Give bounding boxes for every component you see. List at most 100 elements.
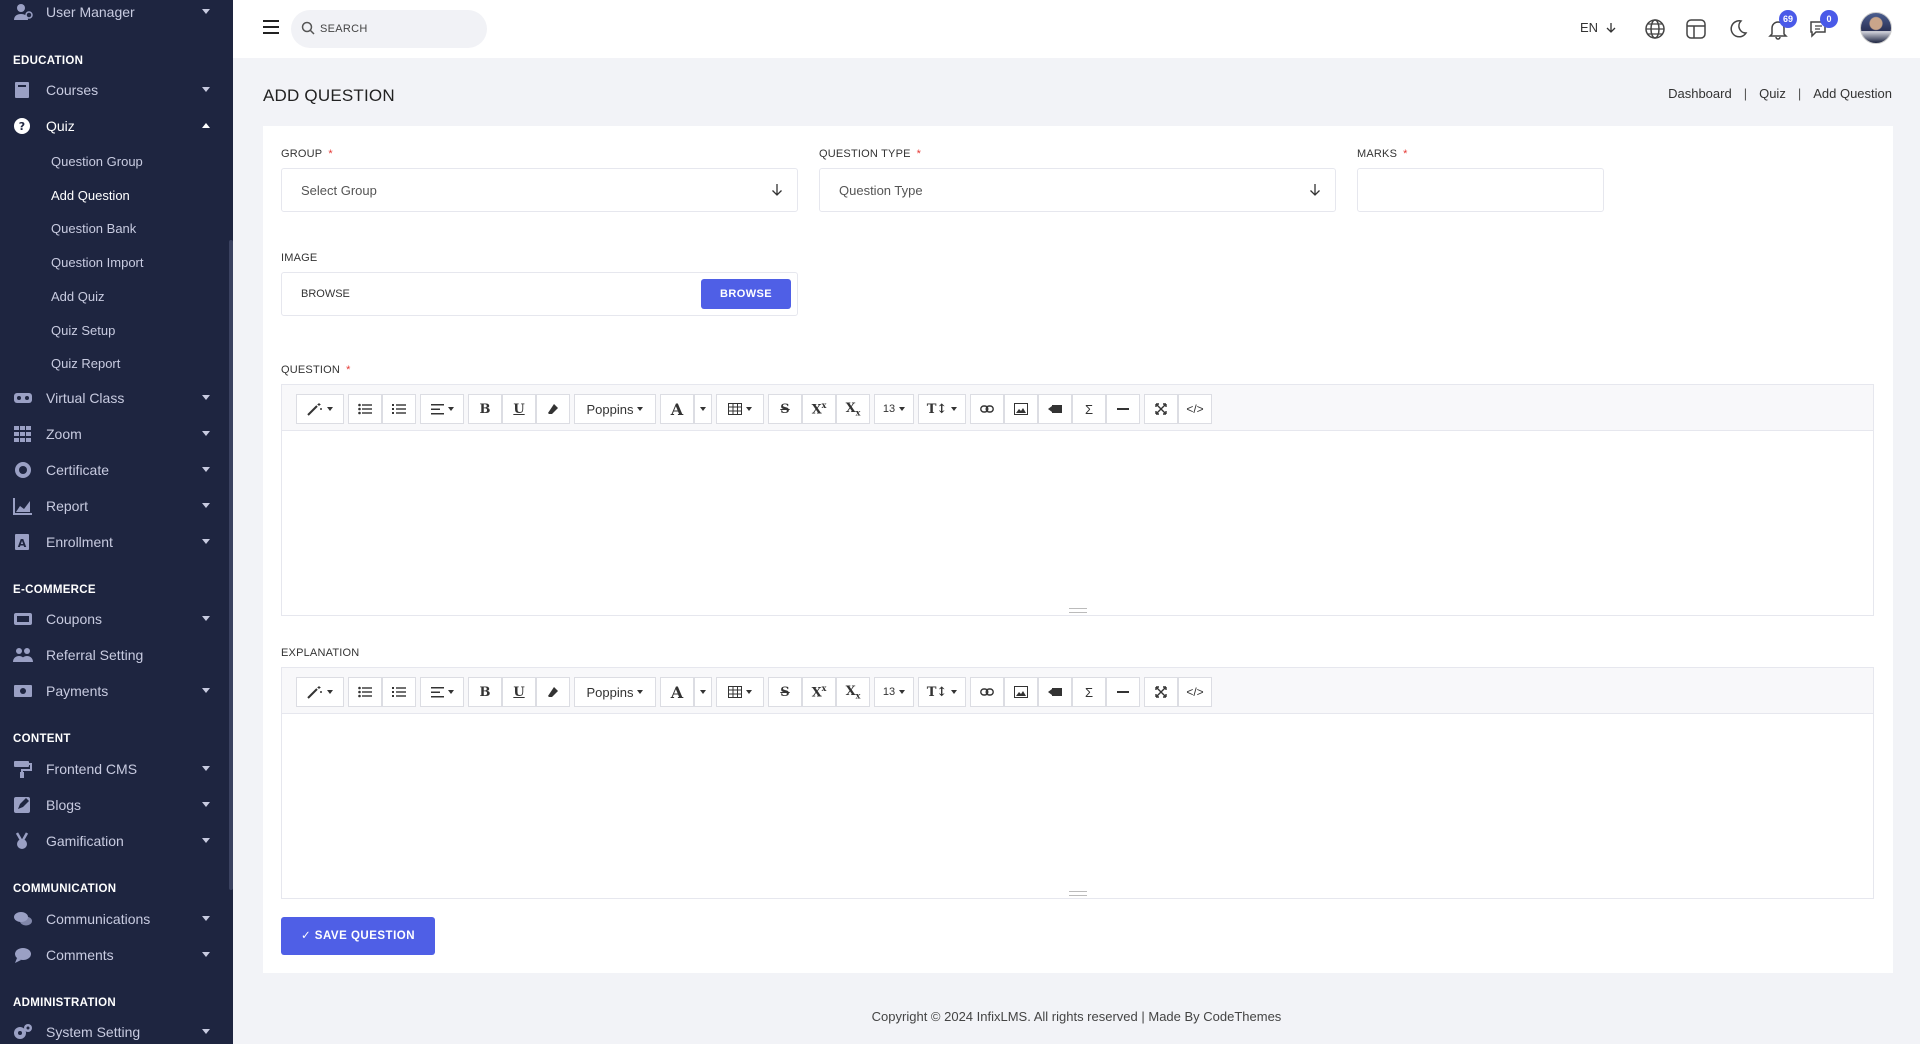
code-view-button[interactable]: </>: [1178, 677, 1212, 707]
sidebar-item-referral-setting[interactable]: Referral Setting: [0, 640, 230, 670]
avatar[interactable]: [1860, 12, 1892, 44]
moon-icon[interactable]: [1726, 18, 1748, 40]
sigma-icon: Σ: [1084, 401, 1094, 417]
sidebar-item-gamification[interactable]: Gamification: [0, 826, 230, 856]
editor-resize-handle[interactable]: [1068, 608, 1087, 613]
font-color-button[interactable]: A: [660, 677, 694, 707]
strikethrough-button[interactable]: S: [768, 677, 802, 707]
explanation-editor-area[interactable]: [282, 714, 1873, 892]
bold-button[interactable]: B: [468, 394, 502, 424]
sidebar-section-heading: EDUCATION: [13, 55, 84, 67]
align-button[interactable]: [420, 677, 464, 707]
strikethrough-icon: S: [780, 684, 790, 700]
line-height-button[interactable]: T↕: [918, 677, 966, 707]
sidebar-item-coupons[interactable]: Coupons: [0, 604, 230, 634]
superscript-button[interactable]: Xx: [802, 677, 836, 707]
font-family-select[interactable]: Poppins: [574, 394, 656, 424]
sidebar-item-zoom[interactable]: Zoom: [0, 419, 230, 449]
clear-format-button[interactable]: [536, 677, 570, 707]
editor-resize-handle[interactable]: [1068, 891, 1087, 896]
layout-icon[interactable]: [1685, 18, 1707, 40]
enrollment-icon: A: [15, 534, 29, 550]
math-button[interactable]: Σ: [1072, 394, 1106, 424]
marks-input[interactable]: [1357, 168, 1604, 212]
link-button[interactable]: [970, 394, 1004, 424]
font-color-button[interactable]: A: [660, 394, 694, 424]
superscript-button[interactable]: Xx: [802, 394, 836, 424]
hamburger-menu-icon[interactable]: [263, 20, 279, 34]
sidebar-item-report[interactable]: Report: [0, 491, 230, 521]
explanation-label: EXPLANATION: [281, 647, 360, 659]
sidebar-subitem-question-import[interactable]: Question Import: [51, 255, 144, 270]
sidebar-item-comments[interactable]: Comments: [0, 940, 230, 970]
table-button[interactable]: [716, 677, 764, 707]
page-title: ADD QUESTION: [263, 86, 395, 105]
link-button[interactable]: [970, 677, 1004, 707]
save-question-button[interactable]: ✓ SAVE QUESTION: [281, 917, 435, 955]
font-family-select[interactable]: Poppins: [574, 677, 656, 707]
image-button[interactable]: [1004, 394, 1038, 424]
underline-button[interactable]: U: [502, 394, 536, 424]
sidebar-subitem-add-quiz[interactable]: Add Quiz: [51, 289, 104, 304]
sidebar-item-virtual-class[interactable]: Virtual Class: [0, 383, 230, 413]
sidebar-item-communications[interactable]: Communications: [0, 904, 230, 934]
subscript-button[interactable]: Xx: [836, 677, 870, 707]
breadcrumb-dashboard[interactable]: Dashboard: [1668, 86, 1732, 101]
sidebar-subitem-quiz-report[interactable]: Quiz Report: [51, 356, 120, 371]
sidebar-item-enrollment[interactable]: A Enrollment: [0, 527, 230, 557]
video-button[interactable]: [1038, 394, 1072, 424]
messages-button[interactable]: 0: [1808, 10, 1838, 40]
sidebar-subitem-question-bank[interactable]: Question Bank: [51, 221, 136, 236]
group-select[interactable]: Select Group: [281, 168, 798, 212]
group-select-value: Select Group: [301, 183, 377, 198]
table-button[interactable]: [716, 394, 764, 424]
question-editor-area[interactable]: [282, 431, 1873, 609]
bold-button[interactable]: B: [468, 677, 502, 707]
unordered-list-button[interactable]: [348, 677, 382, 707]
font-color-dropdown[interactable]: [694, 677, 712, 707]
sidebar-item-payments[interactable]: Payments: [0, 676, 230, 706]
sidebar-item-quiz[interactable]: ? Quiz: [0, 111, 230, 141]
sidebar-subitem-question-group[interactable]: Question Group: [51, 154, 143, 169]
sidebar-item-certificate[interactable]: Certificate: [0, 455, 230, 485]
line-height-button[interactable]: T↕: [918, 394, 966, 424]
notifications-button[interactable]: 69: [1767, 10, 1797, 40]
ordered-list-button[interactable]: [382, 677, 416, 707]
language-selector[interactable]: EN: [1580, 20, 1616, 35]
ordered-list-button[interactable]: [382, 394, 416, 424]
font-color-dropdown[interactable]: [694, 394, 712, 424]
fullscreen-button[interactable]: [1144, 677, 1178, 707]
video-button[interactable]: [1038, 677, 1072, 707]
code-view-button[interactable]: </>: [1178, 394, 1212, 424]
globe-icon[interactable]: [1644, 18, 1666, 40]
horizontal-rule-button[interactable]: [1106, 394, 1140, 424]
sidebar-item-courses[interactable]: Courses: [0, 75, 230, 105]
sidebar-item-frontend-cms[interactable]: Frontend CMS: [0, 754, 230, 784]
style-button[interactable]: [296, 394, 344, 424]
align-button[interactable]: [420, 394, 464, 424]
style-button[interactable]: [296, 677, 344, 707]
math-button[interactable]: Σ: [1072, 677, 1106, 707]
unordered-list-button[interactable]: [348, 394, 382, 424]
image-file-field[interactable]: BROWSE BROWSE: [281, 272, 798, 316]
sidebar-subitem-quiz-setup[interactable]: Quiz Setup: [51, 323, 115, 338]
fullscreen-button[interactable]: [1144, 394, 1178, 424]
sidebar-subitem-add-question[interactable]: Add Question: [51, 188, 130, 203]
horizontal-rule-button[interactable]: [1106, 677, 1140, 707]
breadcrumb-quiz[interactable]: Quiz: [1759, 86, 1786, 101]
subscript-button[interactable]: Xx: [836, 394, 870, 424]
clear-format-button[interactable]: [536, 394, 570, 424]
image-button[interactable]: [1004, 677, 1038, 707]
sidebar-item-blogs[interactable]: Blogs: [0, 790, 230, 820]
underline-button[interactable]: U: [502, 677, 536, 707]
strikethrough-button[interactable]: S: [768, 394, 802, 424]
browse-button[interactable]: BROWSE: [701, 279, 791, 309]
question-type-select[interactable]: Question Type: [819, 168, 1336, 212]
medal-icon: [15, 832, 29, 849]
sidebar-item-system-setting[interactable]: System Setting: [0, 1017, 230, 1044]
font-size-select[interactable]: 13: [874, 677, 914, 707]
sidebar-item-user-manager[interactable]: User Manager: [0, 0, 230, 27]
comment-icon: [15, 948, 31, 963]
search-input[interactable]: SEARCH: [291, 10, 487, 48]
font-size-select[interactable]: 13: [874, 394, 914, 424]
